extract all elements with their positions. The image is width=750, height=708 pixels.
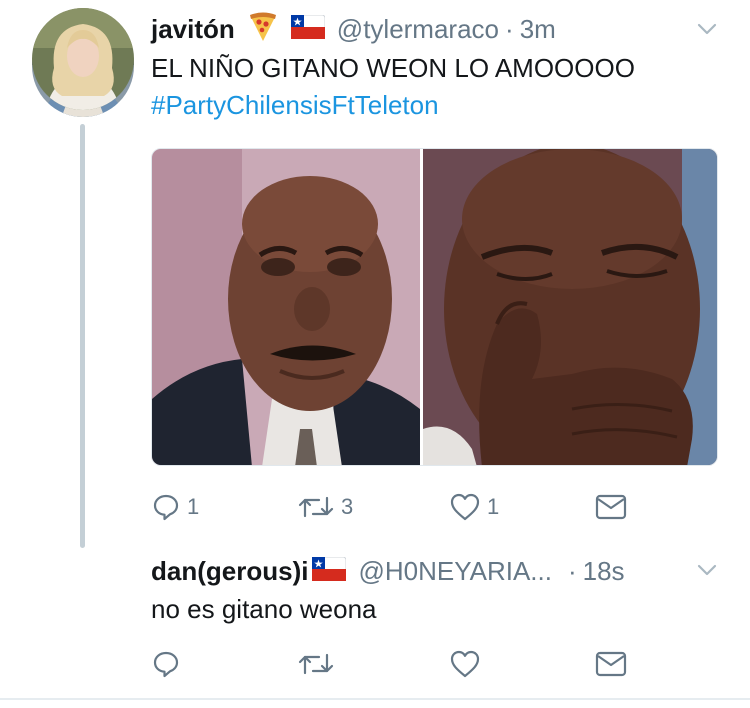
- heart-icon: [450, 493, 480, 521]
- separator-dot: ·: [567, 555, 577, 586]
- tweet-text: no es gitano weona: [151, 594, 377, 624]
- like-count: 1: [487, 494, 500, 519]
- tweet-header: dan(gerous)i @H0NEYARIA... · 18s: [151, 554, 625, 588]
- envelope-icon: [595, 494, 627, 520]
- direct-message-button[interactable]: [595, 650, 627, 678]
- display-name[interactable]: javitón: [151, 14, 235, 45]
- reply-count: 1: [187, 494, 200, 519]
- chile-flag-icon: [311, 556, 347, 586]
- divider: [0, 698, 750, 700]
- chevron-down-icon[interactable]: [696, 18, 718, 40]
- reply-icon: [153, 494, 179, 521]
- retweet-count: 3: [341, 494, 354, 519]
- chevron-down-icon[interactable]: [696, 559, 718, 581]
- tweet-image[interactable]: [151, 148, 718, 466]
- user-handle[interactable]: @tylermaraco: [337, 14, 499, 45]
- envelope-icon: [595, 651, 627, 677]
- display-name[interactable]: dan(gerous)i: [151, 556, 308, 587]
- like-button[interactable]: 1: [449, 492, 595, 522]
- direct-message-button[interactable]: [595, 493, 627, 521]
- separator-dot: ·: [505, 13, 514, 44]
- retweet-icon: [298, 653, 334, 675]
- timestamp[interactable]: 18s: [583, 556, 625, 587]
- tweet-text: EL NIÑO GITANO WEON LO AMOOOOO: [151, 53, 635, 83]
- retweet-button[interactable]: [297, 649, 449, 679]
- chile-flag-icon: [290, 14, 326, 44]
- pizza-icon: [247, 11, 279, 48]
- hashtag-link[interactable]: #PartyChilensisFtTeleton: [151, 88, 439, 122]
- tweet-actions: 1 3 1: [151, 492, 627, 522]
- avatar[interactable]: [32, 8, 134, 110]
- thread-line: [80, 124, 85, 548]
- like-button[interactable]: [449, 649, 595, 679]
- heart-icon: [450, 650, 480, 678]
- tweet-actions: [151, 649, 627, 679]
- retweet-button[interactable]: 3: [297, 492, 449, 522]
- tweet[interactable]: dan(gerous)i @H0NEYARIA... · 18s no es g…: [0, 8, 750, 708]
- retweet-icon: [298, 496, 334, 518]
- timestamp[interactable]: 3m: [520, 14, 556, 45]
- tweet-header: javitón @tylermaraco · 3m: [151, 12, 556, 46]
- reply-button[interactable]: [151, 649, 297, 679]
- reply-button[interactable]: 1: [151, 492, 297, 522]
- reply-icon: [153, 651, 179, 678]
- user-handle[interactable]: @H0NEYARIA...: [358, 556, 552, 587]
